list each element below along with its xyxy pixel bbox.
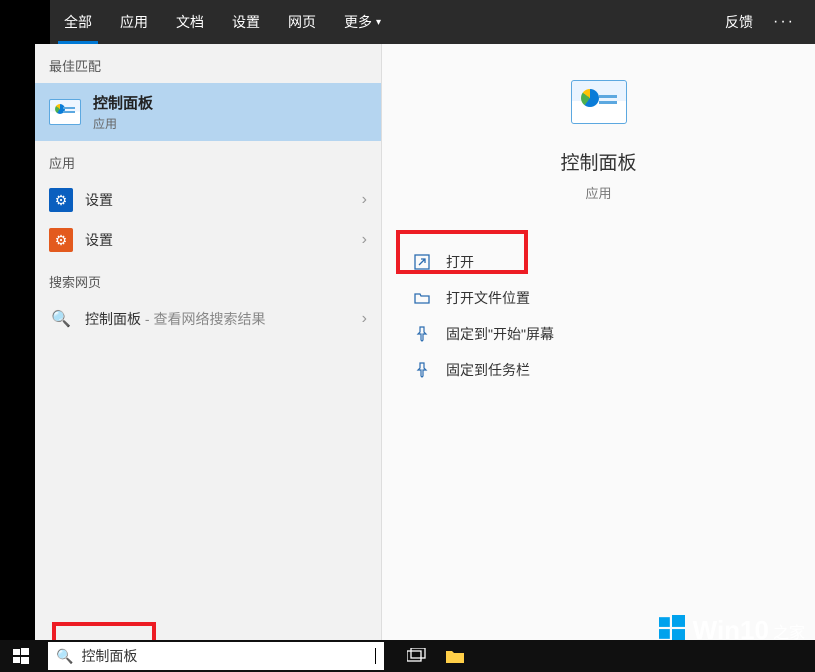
taskbar-search[interactable]: 🔍: [48, 642, 384, 670]
taskbar-icons: [406, 645, 466, 667]
best-match-text: 控制面板 应用: [93, 92, 153, 132]
apps-label: 应用: [35, 141, 381, 180]
watermark-sub: 之家: [773, 619, 805, 643]
search-panel: 最佳匹配 控制面板 应用 应用 ⚙ 设置 › ⚙ 设置 › 搜索网页 🔍 控制面…: [35, 44, 815, 640]
action-open-location[interactable]: 打开文件位置: [404, 280, 815, 316]
results-column: 最佳匹配 控制面板 应用 应用 ⚙ 设置 › ⚙ 设置 › 搜索网页 🔍 控制面…: [35, 44, 382, 640]
pin-icon: [412, 362, 432, 378]
tab-all[interactable]: 全部: [50, 0, 106, 44]
tab-more[interactable]: 更多 ▾: [330, 0, 395, 44]
header-right: 反馈 ···: [713, 12, 815, 32]
tab-settings[interactable]: 设置: [218, 0, 274, 44]
open-icon: [412, 254, 432, 270]
app-item-settings-1[interactable]: ⚙ 设置 ›: [35, 180, 381, 220]
tab-more-label: 更多: [344, 12, 372, 32]
best-match-label: 最佳匹配: [35, 44, 381, 83]
action-pin-taskbar[interactable]: 固定到任务栏: [404, 352, 815, 388]
best-match-sub: 应用: [93, 115, 153, 132]
preview-actions: 打开 打开文件位置 固定到"开始"屏幕 固定到任务栏: [382, 244, 815, 388]
start-button[interactable]: [0, 640, 42, 672]
action-open[interactable]: 打开: [404, 244, 815, 280]
web-label: 搜索网页: [35, 260, 381, 299]
file-explorer-icon[interactable]: [444, 645, 466, 667]
preview-sub: 应用: [585, 183, 611, 202]
more-options-icon[interactable]: ···: [765, 13, 803, 31]
action-pin-start[interactable]: 固定到"开始"屏幕: [404, 316, 815, 352]
search-icon: 🔍: [56, 648, 73, 665]
tab-docs[interactable]: 文档: [162, 0, 218, 44]
web-item-label: 控制面板 - 查看网络搜索结果: [85, 309, 265, 329]
chevron-right-icon: ›: [362, 231, 367, 249]
action-label: 固定到"开始"屏幕: [446, 324, 554, 344]
control-panel-icon-large: [571, 80, 627, 124]
web-search-item[interactable]: 🔍 控制面板 - 查看网络搜索结果 ›: [35, 299, 381, 339]
preview-column: 控制面板 应用 打开 打开文件位置 固定到"开始"屏幕: [382, 44, 815, 640]
app-item-settings-2[interactable]: ⚙ 设置 ›: [35, 220, 381, 260]
text-caret: [375, 648, 376, 664]
preview-title: 控制面板: [560, 148, 636, 175]
gear-icon: ⚙: [49, 188, 73, 212]
search-icon: 🔍: [49, 307, 73, 331]
gear-icon: ⚙: [49, 228, 73, 252]
web-item-suffix: - 查看网络搜索结果: [141, 311, 265, 327]
control-panel-icon: [49, 99, 81, 125]
action-label: 固定到任务栏: [446, 360, 530, 380]
taskbar: 🔍: [0, 640, 815, 672]
best-match-title: 控制面板: [93, 92, 153, 113]
search-header: 全部 应用 文档 设置 网页 更多 ▾ 反馈 ···: [50, 0, 815, 44]
action-label: 打开: [446, 252, 474, 272]
pin-icon: [412, 326, 432, 342]
chevron-right-icon: ›: [362, 310, 367, 328]
best-match-item[interactable]: 控制面板 应用: [35, 83, 381, 141]
action-label: 打开文件位置: [446, 288, 530, 308]
folder-icon: [412, 290, 432, 306]
tab-web[interactable]: 网页: [274, 0, 330, 44]
app-item-label: 设置: [85, 190, 113, 210]
chevron-right-icon: ›: [362, 191, 367, 209]
tab-apps[interactable]: 应用: [106, 0, 162, 44]
task-view-icon[interactable]: [406, 645, 428, 667]
search-input[interactable]: [81, 648, 374, 664]
tabs: 全部 应用 文档 设置 网页 更多 ▾: [50, 0, 395, 44]
web-item-query: 控制面板: [85, 311, 141, 327]
chevron-down-icon: ▾: [376, 17, 381, 28]
app-item-label: 设置: [85, 230, 113, 250]
feedback-link[interactable]: 反馈: [713, 12, 765, 32]
